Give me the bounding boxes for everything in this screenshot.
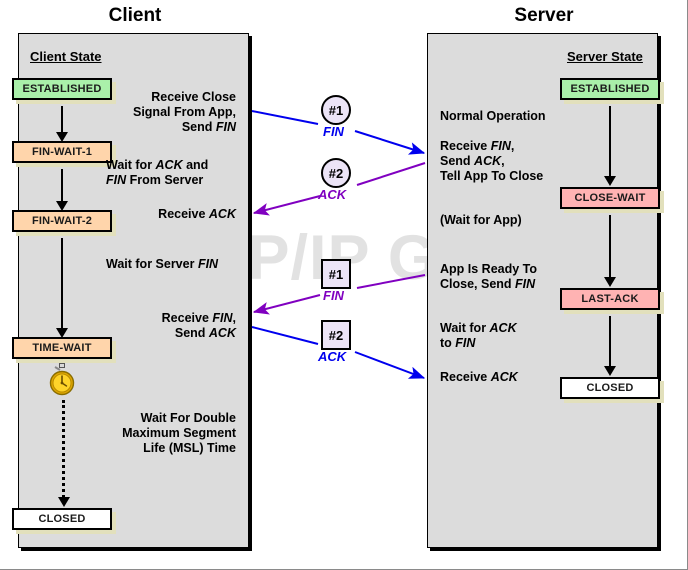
message-marker-2-ack-square: #2 bbox=[321, 320, 351, 350]
client-note-wait-for-server-fin: Wait for Server FIN bbox=[106, 257, 219, 271]
server-state-title: Server State bbox=[567, 49, 643, 64]
client-note-wait-double-msl: Wait For Double Maximum Segment Life (MSL)… bbox=[122, 411, 236, 455]
client-arrow-timewait-to-closed bbox=[58, 400, 70, 507]
message-label-fin-1b: FIN bbox=[323, 288, 344, 303]
client-note-receive-close-signal: Receive Close Signal From App, Send FIN bbox=[132, 90, 236, 134]
server-note-wait-for-ack-to-fin: Wait for ACK to FIN bbox=[440, 321, 517, 350]
client-state-fin-wait-1: FIN-WAIT-1 bbox=[12, 141, 112, 163]
client-arrow-established-to-finwait1 bbox=[56, 106, 68, 142]
server-note-wait-for-app: (Wait for App) bbox=[440, 213, 522, 227]
client-arrow-finwait2-to-timewait bbox=[56, 238, 68, 338]
server-column-heading: Server bbox=[514, 5, 574, 26]
client-arrow-finwait1-to-finwait2 bbox=[56, 169, 68, 211]
message-label-ack-2b: ACK bbox=[318, 349, 347, 364]
client-note-receive-ack: Receive ACK bbox=[158, 207, 236, 221]
server-arrow-lastack-to-closed bbox=[604, 316, 616, 376]
client-column-heading: Client bbox=[108, 5, 162, 26]
diagram-frame: The TCP/IP Guide Client Server Client St… bbox=[0, 0, 688, 570]
client-state-title: Client State bbox=[30, 49, 102, 64]
server-state-established: ESTABLISHED bbox=[560, 78, 660, 100]
message-label-ack-2: ACK bbox=[318, 187, 347, 202]
server-arrow-established-to-closewait bbox=[604, 106, 616, 186]
message-label-fin-1: FIN bbox=[323, 124, 344, 139]
message-marker-2-ack-circle: #2 bbox=[321, 158, 351, 188]
server-note-app-ready-to-close: App Is Ready To Close, Send FIN bbox=[440, 262, 538, 291]
server-arrow-closewait-to-lastack bbox=[604, 215, 616, 287]
client-state-closed: CLOSED bbox=[12, 508, 112, 530]
server-state-close-wait: CLOSE-WAIT bbox=[560, 187, 660, 209]
message-marker-1-fin-square: #1 bbox=[321, 259, 351, 289]
client-note-receive-fin-send-ack: Receive FIN, Send ACK bbox=[161, 311, 236, 340]
server-note-receive-fin-send-ack: Receive FIN, Send ACK, Tell App To Close bbox=[440, 139, 544, 183]
server-note-receive-ack: Receive ACK bbox=[440, 370, 518, 384]
server-note-normal-operation: Normal Operation bbox=[440, 109, 546, 123]
client-note-wait-for-ack-fin: Wait for ACK and FIN From Server bbox=[106, 158, 209, 187]
stopwatch-icon bbox=[49, 363, 75, 396]
message-marker-1-fin-circle: #1 bbox=[321, 95, 351, 125]
